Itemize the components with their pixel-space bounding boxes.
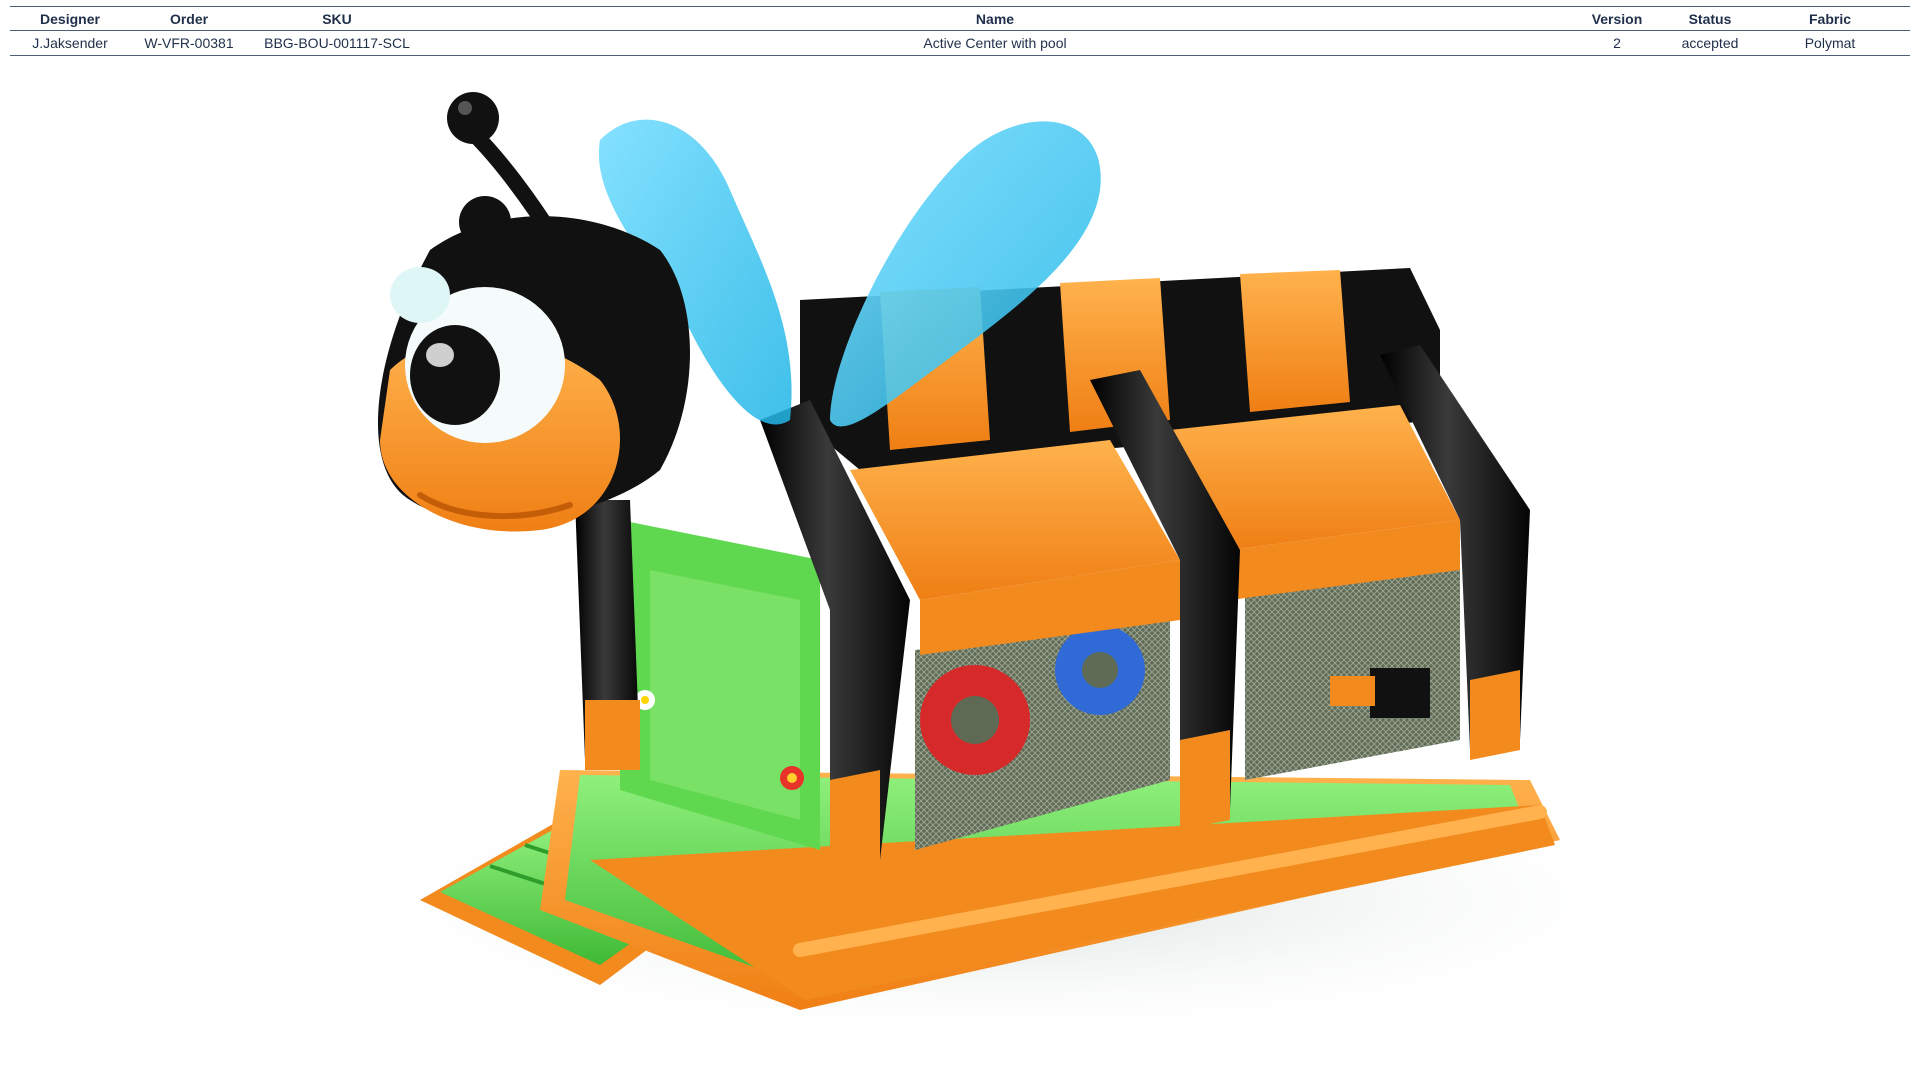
- ring-obstacle-blue: [1055, 625, 1145, 715]
- flower-obstacle-red: [920, 665, 1030, 775]
- cell-designer: J.Jaksender: [32, 35, 108, 51]
- cell-fabric: Polymat: [1804, 35, 1856, 51]
- header-fabric: Fabric: [1808, 10, 1851, 27]
- cell-order: W-VFR-00381: [144, 35, 234, 51]
- header-order: Order: [169, 10, 209, 27]
- header-designer: Designer: [40, 10, 100, 27]
- header-sku: SKU: [322, 10, 352, 27]
- bee-head-icon: [377, 216, 690, 532]
- header-name: Name: [975, 10, 1015, 27]
- header-version: Version: [1591, 10, 1643, 27]
- cell-sku: BBG-BOU-001117-SCL: [264, 35, 410, 51]
- tunnel-obstacle: [1370, 668, 1430, 718]
- cell-version: 2: [1613, 35, 1621, 51]
- table-header-row: Designer Order SKU Name Version Status F…: [10, 6, 1910, 31]
- cell-name: Active Center with pool: [923, 35, 1067, 51]
- bee-bouncer-render: [280, 92, 1720, 1050]
- table-row: J.Jaksender W-VFR-00381 BBG-BOU-001117-S…: [10, 31, 1910, 56]
- cell-status: accepted: [1681, 35, 1739, 51]
- header-status: Status: [1688, 10, 1732, 27]
- product-info-table: Designer Order SKU Name Version Status F…: [10, 6, 1910, 56]
